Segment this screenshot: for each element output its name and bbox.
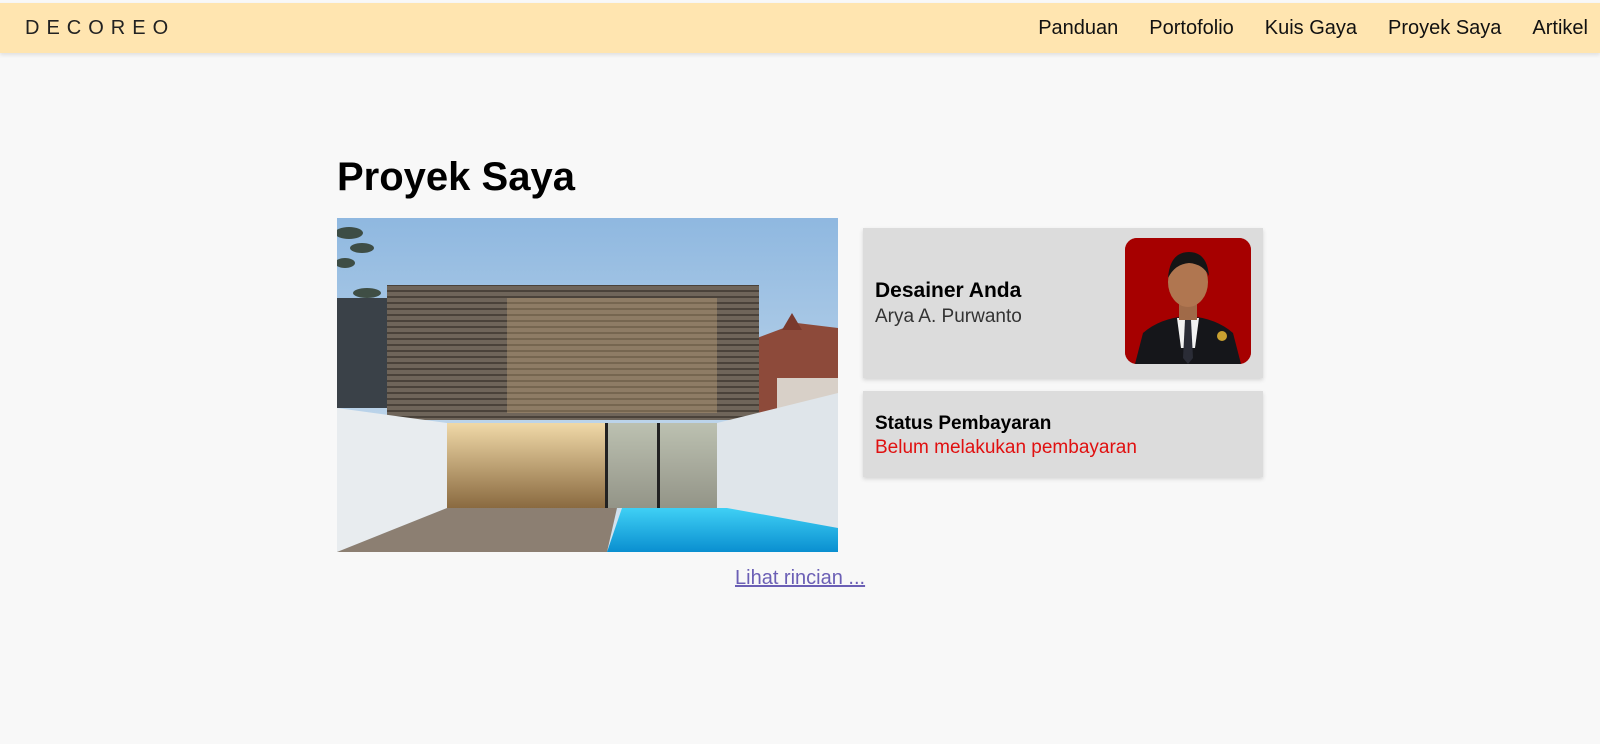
payment-status-card: Status Pembayaran Belum melakukan pembay… <box>863 391 1263 477</box>
nav-link-proyek-saya[interactable]: Proyek Saya <box>1388 17 1501 40</box>
view-details-link[interactable]: Lihat rincian ... <box>735 567 865 590</box>
designer-avatar <box>1125 238 1251 364</box>
designer-card-title: Desainer Anda <box>875 279 1022 302</box>
payment-card-title: Status Pembayaran <box>875 413 1052 434</box>
top-navbar: DECOREO Panduan Portofolio Kuis Gaya Pro… <box>0 3 1600 53</box>
designer-name: Arya A. Purwanto <box>875 306 1022 327</box>
brand-logo[interactable]: DECOREO <box>25 17 175 40</box>
nav-link-kuis-gaya[interactable]: Kuis Gaya <box>1265 17 1357 40</box>
nav-link-panduan[interactable]: Panduan <box>1038 17 1118 40</box>
nav-link-portofolio[interactable]: Portofolio <box>1149 17 1234 40</box>
payment-status-text: Belum melakukan pembayaran <box>875 437 1137 458</box>
nav-link-artikel[interactable]: Artikel <box>1532 17 1588 40</box>
nav-links: Panduan Portofolio Kuis Gaya Proyek Saya… <box>1007 17 1588 40</box>
page-title: Proyek Saya <box>337 155 575 199</box>
project-house-photo <box>337 218 838 552</box>
designer-card: Desainer Anda Arya A. Purwanto <box>863 228 1263 378</box>
